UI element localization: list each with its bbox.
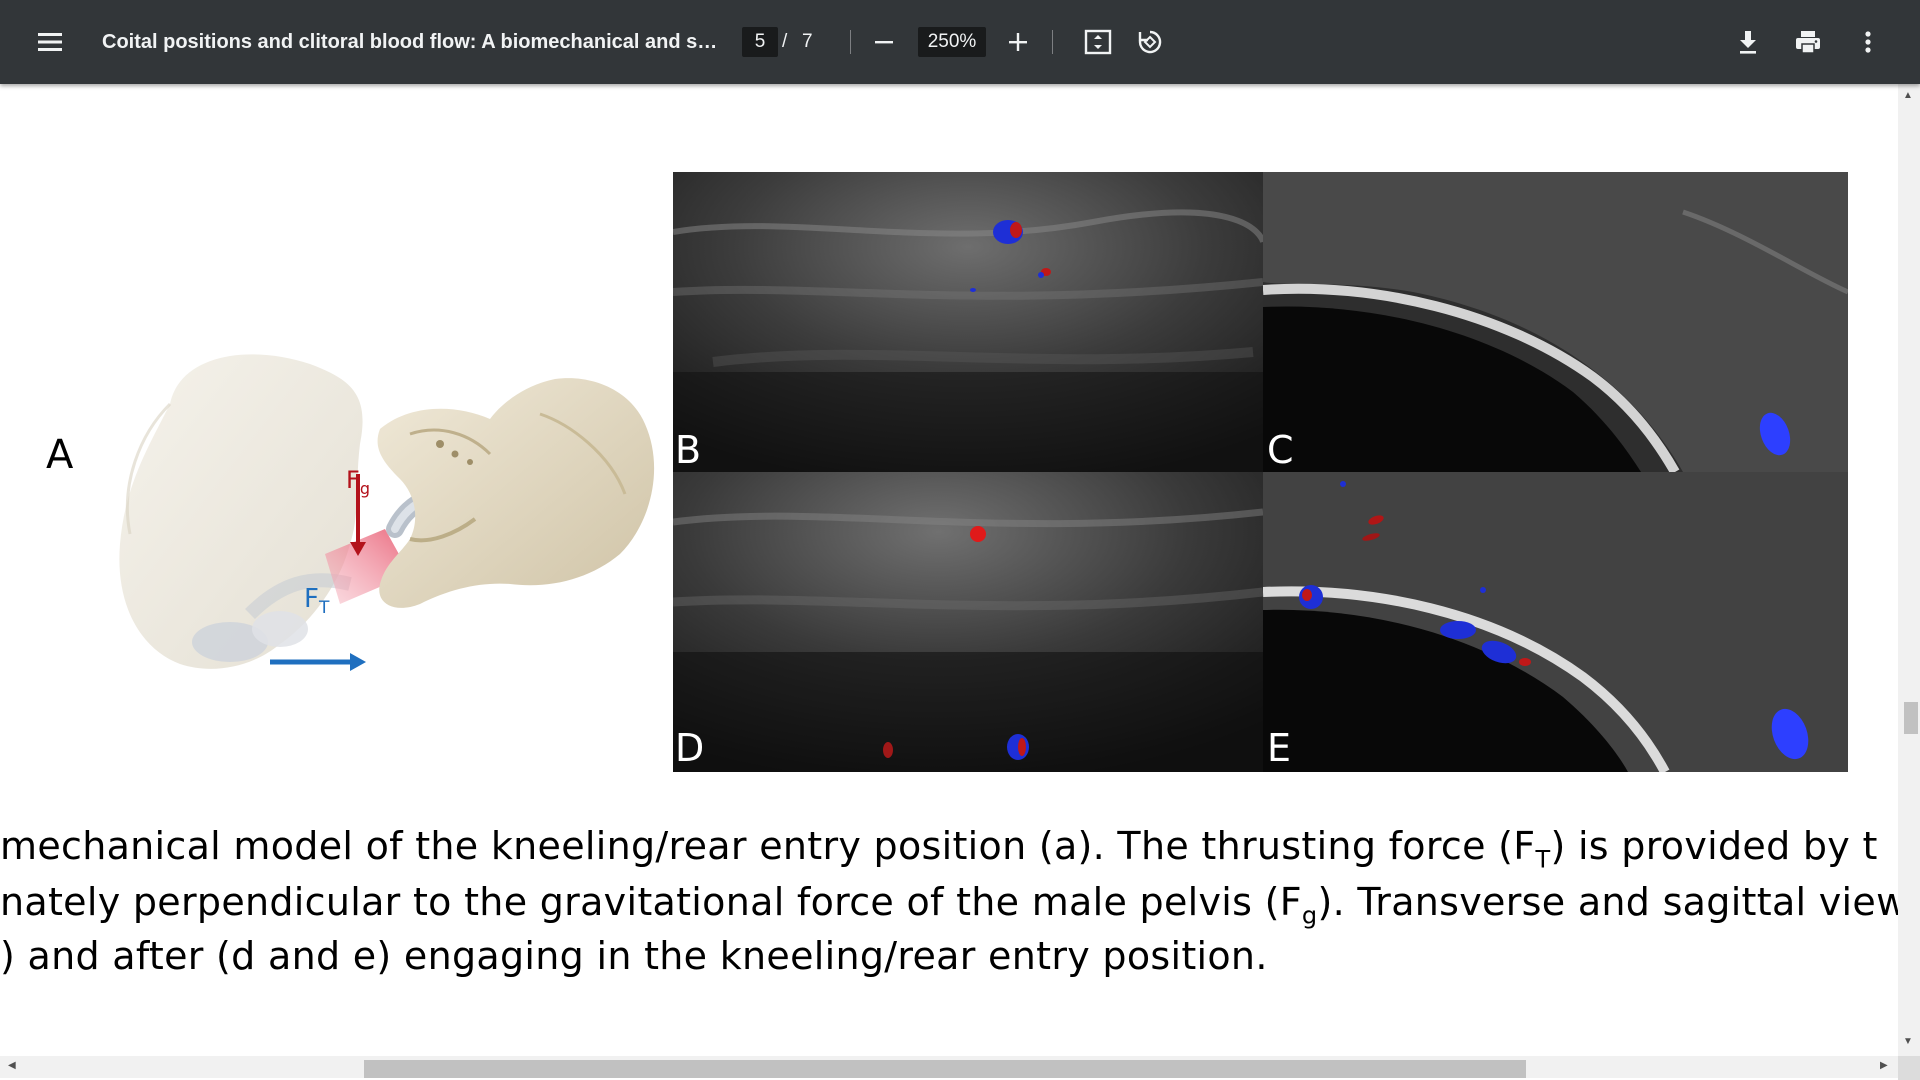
download-icon[interactable] — [1728, 22, 1768, 62]
caption-line-2: nately perpendicular to the gravitationa… — [0, 880, 1898, 930]
horizontal-scroll-thumb[interactable] — [364, 1060, 1526, 1078]
scroll-right-arrow-icon[interactable]: ▶ — [1880, 1060, 1888, 1071]
toolbar-divider — [850, 30, 851, 54]
scroll-left-arrow-icon[interactable]: ◀ — [8, 1060, 16, 1071]
menu-icon[interactable] — [30, 22, 70, 62]
vertical-scrollbar[interactable] — [1898, 84, 1920, 1056]
panel-label-b: B — [675, 428, 702, 472]
scroll-up-arrow-icon[interactable]: ▲ — [1903, 90, 1913, 101]
toolbar-divider — [1052, 30, 1053, 54]
fit-page-icon[interactable] — [1078, 22, 1118, 62]
ultrasound-panel-e: E — [1263, 472, 1848, 772]
ultrasound-panel-d: D — [673, 472, 1263, 772]
zoom-level-input[interactable]: 250% — [918, 27, 986, 57]
zoom-in-icon[interactable] — [998, 22, 1038, 62]
panel-label-c: C — [1267, 428, 1294, 472]
page-number-input[interactable]: 5 — [742, 27, 778, 57]
print-icon[interactable] — [1788, 22, 1828, 62]
thrust-force-label: FT — [304, 584, 330, 619]
vertical-scroll-thumb[interactable] — [1904, 702, 1918, 734]
pdf-toolbar: Coital positions and clitoral blood flow… — [0, 0, 1920, 84]
scroll-down-arrow-icon[interactable]: ▼ — [1903, 1036, 1913, 1047]
figure-label-a: A — [46, 432, 74, 478]
gravity-force-label: Fg — [346, 466, 370, 498]
ultrasound-panel-c: C — [1263, 172, 1848, 472]
page-separator: / — [782, 31, 788, 52]
scrollbar-corner — [1898, 1056, 1920, 1080]
page-total: 7 — [802, 31, 813, 52]
panel-label-e: E — [1267, 726, 1292, 770]
pelvis-illustration — [119, 354, 655, 671]
pdf-page-viewport[interactable]: A Fg FT B C D E mechanical model of the … — [0, 84, 1898, 1056]
caption-line-3: ) and after (d and e) engaging in the kn… — [0, 934, 1268, 978]
caption-line-1: mechanical model of the kneeling/rear en… — [0, 824, 1878, 874]
panel-label-d: D — [675, 726, 705, 770]
rotate-icon[interactable] — [1130, 22, 1170, 62]
ultrasound-panel-b: B — [673, 172, 1263, 472]
more-vert-icon[interactable] — [1848, 22, 1888, 62]
document-title: Coital positions and clitoral blood flow… — [102, 31, 722, 53]
zoom-out-icon[interactable] — [864, 22, 904, 62]
